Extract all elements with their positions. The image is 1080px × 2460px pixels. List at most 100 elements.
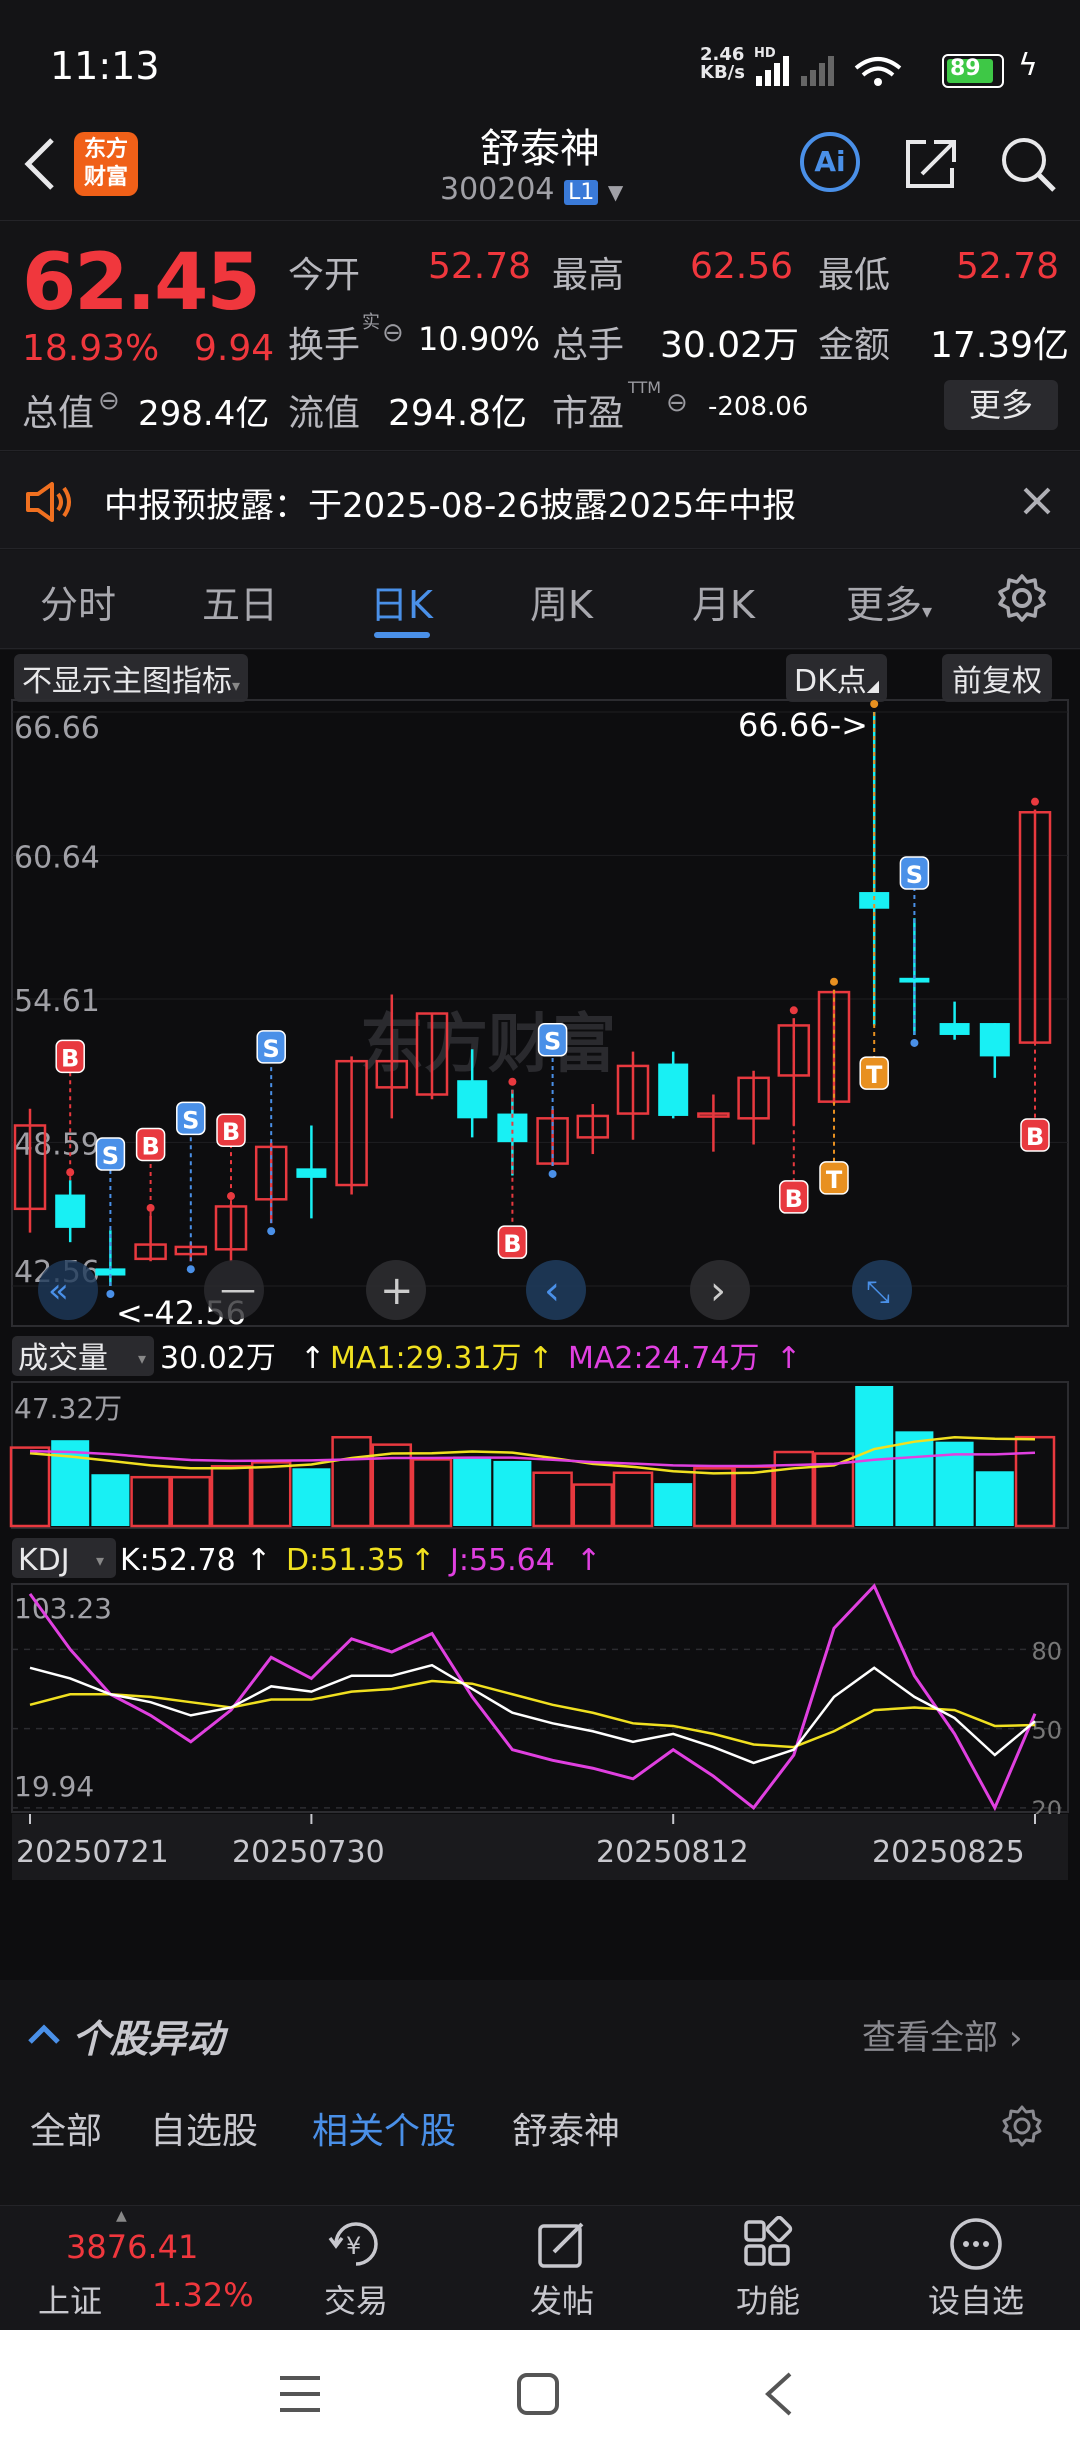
zoom-in-button[interactable]: + bbox=[366, 1260, 426, 1320]
volume-bar bbox=[612, 1471, 654, 1528]
back-icon[interactable] bbox=[20, 134, 60, 194]
high-value: 62.56 bbox=[690, 246, 794, 287]
volume-bar bbox=[9, 1446, 51, 1528]
app-logo[interactable]: 东方 财富 bbox=[74, 132, 138, 196]
share-icon[interactable] bbox=[900, 134, 960, 194]
menu-icon[interactable] bbox=[278, 2374, 322, 2414]
close-icon[interactable] bbox=[1022, 486, 1052, 516]
quote-panel: 62.45 18.93% 9.94 今开 52.78 最高 62.56 最低 5… bbox=[0, 222, 1080, 451]
gear-icon[interactable] bbox=[1000, 2104, 1044, 2148]
edit-icon bbox=[538, 2222, 584, 2268]
tab-more[interactable]: 更多▾ bbox=[846, 574, 932, 629]
volume-bar bbox=[453, 1456, 492, 1526]
filter-this-stock[interactable]: 舒泰神 bbox=[512, 2102, 620, 2154]
more-dots-icon bbox=[950, 2218, 1002, 2270]
ai-assistant-button[interactable]: Ai bbox=[800, 132, 860, 192]
filter-all[interactable]: 全部 bbox=[30, 2102, 102, 2154]
announcement-text: 中报预披露：于2025-08-26披露2025年中报 bbox=[104, 486, 797, 526]
network-speed: 2.46 KB/s bbox=[700, 46, 752, 82]
arrow-up-icon: ↑ bbox=[528, 1341, 553, 1376]
turnover-value: 10.90% bbox=[418, 320, 541, 358]
corner-icon: ◢ bbox=[866, 676, 880, 695]
net-speed-unit: KB/s bbox=[700, 62, 745, 83]
candle bbox=[214, 1204, 248, 1262]
signal-letter: T bbox=[826, 1166, 843, 1194]
dk-signal-marker: S bbox=[899, 856, 930, 1047]
scroll-left-button[interactable]: ‹ bbox=[526, 1260, 586, 1320]
more-button[interactable]: 更多 bbox=[944, 380, 1058, 430]
info-icon[interactable]: ⊖ bbox=[666, 388, 688, 418]
zoom-out-button[interactable]: — bbox=[204, 1260, 264, 1320]
period-tabs: 分时 五日 日K 周K 月K 更多▾ bbox=[0, 550, 1080, 649]
back-nav-icon[interactable] bbox=[760, 2370, 800, 2418]
tab-more-label: 更多 bbox=[846, 583, 923, 627]
filter-watchlist[interactable]: 自选股 bbox=[150, 2102, 258, 2154]
kdj-d-value: D:51.35 bbox=[286, 1543, 405, 1578]
volume-ma2: MA2:24.74万 bbox=[568, 1341, 759, 1376]
trade-button[interactable]: ¥ 交易 bbox=[306, 2216, 406, 2326]
low-label: 最低 bbox=[818, 255, 891, 296]
volume-title: 成交量 bbox=[18, 1341, 108, 1376]
dk-signal-marker: S bbox=[537, 1022, 568, 1178]
filter-related-stocks[interactable]: 相关个股 bbox=[312, 2102, 456, 2154]
high-label: 最高 bbox=[552, 255, 625, 296]
candle bbox=[616, 1051, 650, 1140]
dk-signal-marker: B bbox=[779, 1006, 809, 1214]
index-name: 上证 bbox=[38, 2282, 103, 2320]
candle-body bbox=[55, 1194, 86, 1228]
scroll-right-button[interactable]: › bbox=[690, 1260, 750, 1320]
stock-code: 300204 bbox=[440, 172, 555, 207]
chevron-right-icon: › bbox=[710, 1268, 726, 1314]
volume-bar bbox=[331, 1435, 372, 1528]
signal-icon bbox=[756, 56, 789, 86]
arrow-up-icon: ↑ bbox=[410, 1543, 435, 1578]
chart-panel: 不显示主图指标▾ DK点◢ 前复权 东方财富 66.66 60.64 54.61 48… bbox=[0, 650, 1080, 1980]
index-value: 3876.41 bbox=[66, 2228, 199, 2266]
functions-button[interactable]: 功能 bbox=[718, 2215, 818, 2326]
announcement-bar[interactable]: 中报预披露：于2025-08-26披露2025年中报 bbox=[0, 452, 1080, 549]
volume-bar bbox=[654, 1483, 693, 1526]
home-icon[interactable] bbox=[516, 2372, 560, 2416]
scroll-left-fast-button[interactable]: « bbox=[38, 1260, 98, 1320]
indicator-selector[interactable]: 不显示主图指标▾ bbox=[14, 654, 249, 702]
volume-bar bbox=[250, 1461, 292, 1528]
tab-weekly-k[interactable]: 周K bbox=[530, 574, 593, 629]
volume-bar bbox=[210, 1464, 252, 1528]
post-label: 发帖 bbox=[529, 2282, 594, 2320]
dk-signal-marker: B bbox=[216, 1113, 246, 1205]
tab-daily-k[interactable]: 日K bbox=[370, 574, 433, 629]
dropdown-icon: ▾ bbox=[138, 1349, 146, 1368]
stock-code-row[interactable]: 300204 L1 ▼ bbox=[440, 172, 623, 207]
signal-dot bbox=[267, 1227, 276, 1236]
chevron-up-icon[interactable] bbox=[26, 2022, 62, 2046]
info-icon[interactable]: ⊖ bbox=[98, 386, 120, 416]
tab-five-day[interactable]: 五日 bbox=[202, 574, 278, 629]
signal-dot bbox=[830, 977, 838, 986]
view-all-link[interactable]: 查看全部 › bbox=[862, 2010, 1022, 2059]
arrow-up-icon: ↑ bbox=[300, 1341, 325, 1376]
caret-up-icon: ▲ bbox=[116, 2208, 127, 2224]
kline-chart[interactable]: 东方财富 66.6660.6454.6148.5942.56 BSBSBSBSB… bbox=[0, 696, 1080, 1980]
signal-letter: S bbox=[906, 861, 923, 889]
post-button[interactable]: 发帖 bbox=[512, 2216, 612, 2326]
info-icon[interactable]: ⊖ bbox=[382, 318, 404, 348]
date-label-2: 20250730 bbox=[232, 1835, 385, 1870]
kdj-ref-label: 50 bbox=[1031, 1717, 1062, 1745]
search-icon[interactable] bbox=[996, 132, 1060, 196]
gear-icon[interactable] bbox=[996, 572, 1048, 624]
fullscreen-button[interactable]: ⤡ bbox=[852, 1260, 912, 1320]
signal-letter: S bbox=[102, 1142, 119, 1170]
index-ticker[interactable]: ▲ 3876.41 上证 1.32% bbox=[0, 2206, 254, 2331]
tab-intraday[interactable]: 分时 bbox=[40, 574, 116, 629]
section-title: 个股异动 bbox=[72, 2017, 225, 2061]
dk-point-toggle[interactable]: DK点◢ bbox=[786, 654, 888, 702]
stock-name: 舒泰神 bbox=[480, 126, 600, 172]
signal-letter: B bbox=[1026, 1123, 1044, 1151]
pe-value: -208.06 bbox=[708, 392, 809, 422]
adjust-selector[interactable]: 前复权 bbox=[942, 654, 1052, 702]
signal-letter: S bbox=[182, 1106, 199, 1134]
add-watchlist-button[interactable]: 设自选 bbox=[916, 2216, 1036, 2326]
tab-monthly-k[interactable]: 月K bbox=[692, 574, 755, 629]
index-change: 1.32% bbox=[152, 2276, 254, 2314]
logo-text-1: 东方 bbox=[83, 137, 128, 162]
